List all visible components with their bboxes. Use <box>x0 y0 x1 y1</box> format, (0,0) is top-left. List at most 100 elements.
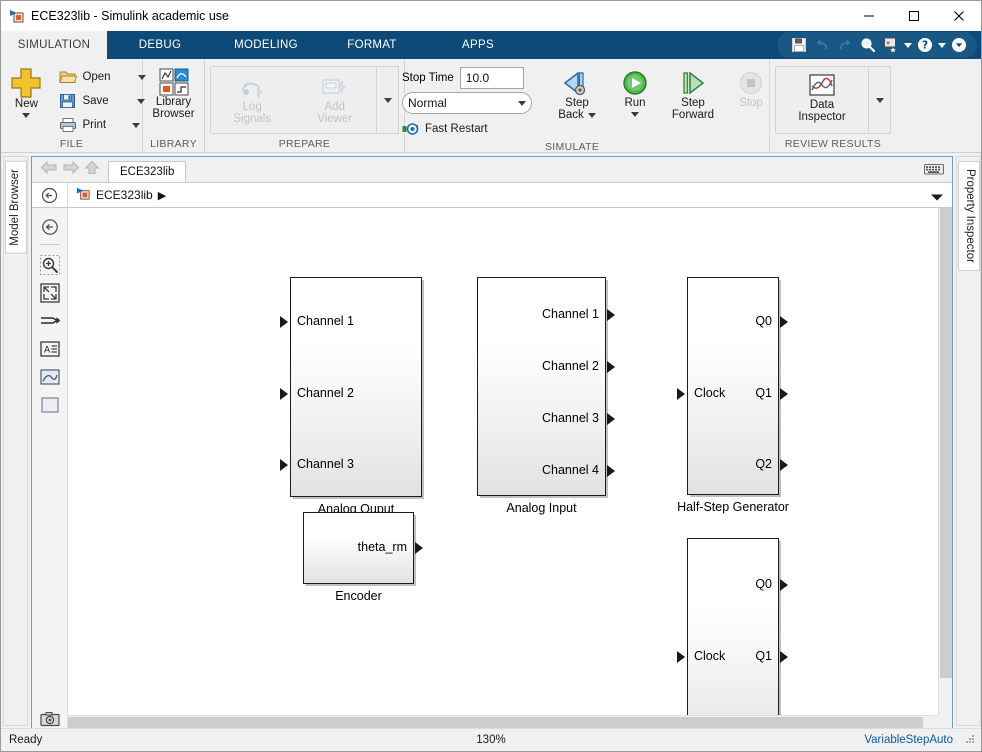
signal-routing-icon[interactable] <box>39 310 61 332</box>
output-port-arrow[interactable] <box>779 578 790 592</box>
tab-simulation[interactable]: SIMULATION <box>1 31 107 59</box>
input-port-arrow[interactable] <box>676 387 687 401</box>
help-dropdown-caret[interactable] <box>938 42 946 48</box>
analog-input-block[interactable]: Channel 1 Channel 2 Channel 3 Channel 4 <box>477 277 615 515</box>
property-inspector-tab[interactable]: Property Inspector <box>958 161 980 271</box>
tab-format[interactable]: FORMAT <box>319 31 425 59</box>
output-port-arrow[interactable] <box>606 360 617 374</box>
simulation-mode-value: Normal <box>408 96 447 110</box>
data-inspector-button[interactable]: Data Inspector <box>787 71 857 125</box>
output-port-arrow[interactable] <box>414 541 425 555</box>
fit-to-view-icon[interactable] <box>39 282 61 304</box>
log-signals-label-1: Log <box>242 101 262 113</box>
file-tab-ece323lib[interactable]: ECE323lib <box>108 161 187 182</box>
help-icon[interactable]: ? <box>915 35 935 55</box>
vertical-scrollbar[interactable] <box>938 208 952 715</box>
new-dropdown-caret[interactable] <box>22 113 31 118</box>
half-step-output-label-q2: Q2 <box>755 457 772 471</box>
half-step-output-label-q1: Q1 <box>755 386 772 400</box>
simulation-mode-select[interactable]: Normal <box>402 92 532 114</box>
fast-restart-button[interactable]: Fast Restart <box>402 117 532 141</box>
ribbon-group-review-results: Data Inspector REVIEW RESULTS <box>770 59 896 152</box>
data-inspector-label-2: Inspector <box>798 111 846 123</box>
scrollbar-corner <box>938 715 952 729</box>
stop-time-value: 10.0 <box>465 71 490 85</box>
close-button[interactable] <box>936 1 981 31</box>
ribbon-group-simulate-label: SIMULATE <box>545 141 600 153</box>
log-signals-icon <box>241 82 264 98</box>
annotation-icon[interactable]: A <box>39 338 61 360</box>
half-step-generator-block[interactable]: Q0 Clock Q1 Q2 Half-Step Generator <box>677 277 789 514</box>
favorites-icon[interactable]: » <box>881 35 901 55</box>
input-port-arrow[interactable] <box>279 387 290 401</box>
favorites-dropdown-caret[interactable] <box>904 42 912 48</box>
tab-modeling[interactable]: MODELING <box>213 31 319 59</box>
analog-output-port-label-3: Channel 3 <box>297 457 354 471</box>
tab-apps[interactable]: APPS <box>425 31 531 59</box>
image-annotation-icon[interactable] <box>39 366 61 388</box>
output-port-arrow[interactable] <box>779 458 790 472</box>
run-dropdown-caret[interactable] <box>631 112 639 117</box>
print-button[interactable]: Print <box>55 113 149 137</box>
half-step-generator-block-label: Half-Step Generator <box>677 500 789 514</box>
chevron-down-icon[interactable] <box>930 191 944 205</box>
output-port-arrow[interactable] <box>606 308 617 322</box>
ribbon-options-icon[interactable] <box>949 35 969 55</box>
zoom-in-icon[interactable] <box>39 254 61 276</box>
print-dropdown-caret[interactable] <box>132 122 141 128</box>
input-port-arrow[interactable] <box>279 315 290 329</box>
ribbon-group-file: New Open Save Print FILE <box>1 59 146 152</box>
screenshot-icon[interactable] <box>39 708 61 729</box>
new-button[interactable]: New <box>1 62 55 120</box>
nav-arrows <box>32 160 108 182</box>
step-back-dropdown-caret[interactable] <box>587 112 596 118</box>
resize-grip[interactable] <box>964 733 976 748</box>
horizontal-scrollbar[interactable] <box>68 715 938 729</box>
ribbon-group-library-label: LIBRARY <box>150 138 197 150</box>
breadcrumb-path[interactable]: ECE323lib ▶ <box>76 186 166 204</box>
open-button[interactable]: Open <box>55 65 149 89</box>
save-button[interactable]: Save <box>55 89 149 113</box>
run-button[interactable]: Run <box>606 67 664 119</box>
model-browser-tab[interactable]: Model Browser <box>5 161 27 254</box>
block-diagram-canvas[interactable]: Channel 1 Channel 2 Channel 3 Analog Oup… <box>68 208 938 715</box>
library-browser-button[interactable]: Library Browser <box>145 62 203 122</box>
minimize-button[interactable] <box>846 1 891 31</box>
save-icon[interactable] <box>789 35 809 55</box>
output-port-arrow[interactable] <box>606 412 617 426</box>
maximize-button[interactable] <box>891 1 936 31</box>
solver-name[interactable]: VariableStepAuto <box>864 734 953 746</box>
stop-time-input[interactable]: 10.0 <box>459 67 524 89</box>
search-icon[interactable] <box>858 35 878 55</box>
data-inspector-icon <box>809 74 835 96</box>
run-icon <box>623 71 647 95</box>
full-step-generator-block[interactable]: Q0 Clock Q1 Q2 Full- <box>677 538 788 715</box>
svg-text:»: » <box>886 39 890 47</box>
encoder-block[interactable]: theta_rm Encoder <box>303 512 423 603</box>
step-forward-button[interactable]: Step Forward <box>664 67 722 123</box>
breadcrumb-back-icon[interactable] <box>32 183 68 207</box>
output-port-arrow[interactable] <box>606 464 617 478</box>
keyboard-icon[interactable] <box>924 162 944 179</box>
prepare-expand-caret[interactable] <box>383 97 392 103</box>
model-browser-dock: Model Browser <box>3 156 28 726</box>
data-inspector-expand-caret[interactable] <box>875 97 884 103</box>
input-port-arrow[interactable] <box>279 458 290 472</box>
output-port-arrow[interactable] <box>779 387 790 401</box>
navigate-up-icon[interactable] <box>39 216 61 238</box>
analog-output-block[interactable]: Channel 1 Channel 2 Channel 3 Analog Oup… <box>280 277 422 516</box>
quick-access-toolbar: » ? <box>777 32 977 58</box>
input-port-arrow[interactable] <box>676 650 687 664</box>
window-controls <box>846 1 981 31</box>
add-viewer-icon <box>322 79 346 94</box>
output-port-arrow[interactable] <box>779 315 790 329</box>
stop-time-label: Stop Time <box>402 72 454 84</box>
step-back-button[interactable]: Step Back <box>548 67 606 123</box>
output-port-arrow[interactable] <box>779 650 790 664</box>
area-icon[interactable] <box>39 394 61 416</box>
step-forward-icon <box>683 71 705 95</box>
tab-debug[interactable]: DEBUG <box>107 31 213 59</box>
full-step-input-label-clock: Clock <box>694 649 726 663</box>
zoom-level: 130% <box>476 734 506 746</box>
vertical-scrollbar-thumb[interactable] <box>940 208 952 678</box>
